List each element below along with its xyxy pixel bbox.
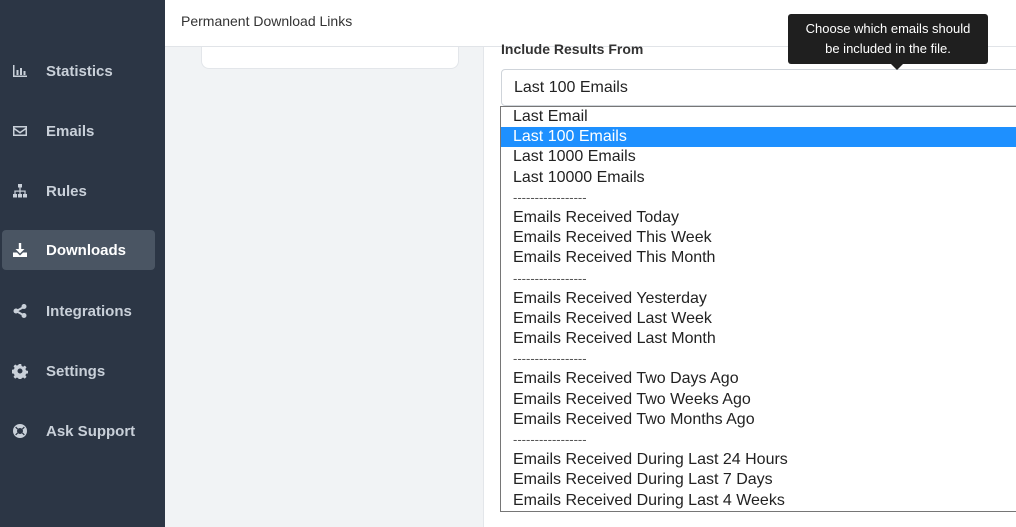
- page-title: Permanent Download Links: [181, 13, 353, 29]
- content-card: [201, 47, 459, 69]
- gear-icon: [10, 361, 30, 381]
- app-window: Statistics Emails Rules Downloads Integr…: [0, 0, 1016, 527]
- tooltip: Choose which emails should be included i…: [788, 14, 988, 70]
- sidebar-item-settings[interactable]: Settings: [2, 351, 155, 391]
- include-results-label: Include Results From: [501, 41, 644, 57]
- dropdown-option[interactable]: Emails Received During Last 24 Hours: [501, 450, 1016, 470]
- bar-chart-icon: [10, 61, 30, 81]
- dropdown-separator: -----------------: [513, 432, 587, 447]
- sidebar-item-rules[interactable]: Rules: [2, 171, 155, 211]
- sidebar-item-label: Ask Support: [46, 422, 136, 440]
- dropdown-option[interactable]: Emails Received Two Months Ago: [501, 410, 1016, 430]
- dropdown-option[interactable]: Last Email: [501, 107, 1016, 127]
- sidebar-item-label: Settings: [46, 362, 106, 380]
- share-icon: [10, 301, 30, 321]
- dropdown-option[interactable]: Emails Received Two Days Ago: [501, 369, 1016, 389]
- sidebar-item-statistics[interactable]: Statistics: [2, 51, 155, 91]
- sidebar-item-label: Integrations: [46, 302, 132, 320]
- sidebar: Statistics Emails Rules Downloads Integr…: [0, 0, 165, 527]
- dropdown-option[interactable]: Last 10000 Emails: [501, 168, 1016, 188]
- tooltip-line: Choose which emails should: [805, 21, 971, 36]
- tooltip-line: be included in the file.: [825, 41, 951, 56]
- sidebar-item-label: Rules: [46, 182, 87, 200]
- dropdown-option[interactable]: Emails Received During Last 7 Days: [501, 470, 1016, 490]
- sidebar-item-ask-support[interactable]: Ask Support: [2, 411, 155, 451]
- dropdown-option[interactable]: Emails Received Yesterday: [501, 289, 1016, 309]
- sidebar-item-downloads[interactable]: Downloads: [2, 230, 155, 270]
- dropdown-option[interactable]: Emails Received This Month: [501, 248, 1016, 268]
- sidebar-item-label: Downloads: [46, 241, 127, 259]
- dropdown-separator: -----------------: [513, 270, 587, 286]
- dropdown-option[interactable]: Emails Received This Week: [501, 228, 1016, 248]
- envelope-icon: [10, 121, 30, 141]
- sitemap-icon: [10, 181, 30, 201]
- sidebar-item-integrations[interactable]: Integrations: [2, 291, 155, 331]
- sidebar-item-emails[interactable]: Emails: [2, 111, 155, 151]
- dropdown-option-selected[interactable]: Last 100 Emails: [501, 127, 1016, 148]
- dropdown-option[interactable]: Emails Received Today: [501, 208, 1016, 228]
- dropdown-option[interactable]: Emails Received During Last 4 Weeks: [501, 491, 1016, 511]
- dropdown-separator: -----------------: [513, 189, 587, 205]
- lifebuoy-icon: [10, 421, 30, 441]
- sidebar-item-label: Emails: [46, 122, 95, 140]
- download-icon: [10, 240, 30, 260]
- sidebar-item-label: Statistics: [46, 62, 113, 80]
- include-results-dropdown: Last Email Last 100 Emails Last 1000 Ema…: [500, 106, 1016, 512]
- select-current-value: Last 100 Emails: [514, 78, 628, 96]
- include-results-select[interactable]: Last 100 Emails: [501, 69, 1016, 106]
- dropdown-separator: -----------------: [513, 351, 587, 367]
- dropdown-option[interactable]: Emails Received Last Week: [501, 309, 1016, 329]
- dropdown-option[interactable]: Emails Received Last Month: [501, 329, 1016, 349]
- dropdown-option[interactable]: Emails Received Two Weeks Ago: [501, 390, 1016, 410]
- dropdown-option[interactable]: Last 1000 Emails: [501, 147, 1016, 167]
